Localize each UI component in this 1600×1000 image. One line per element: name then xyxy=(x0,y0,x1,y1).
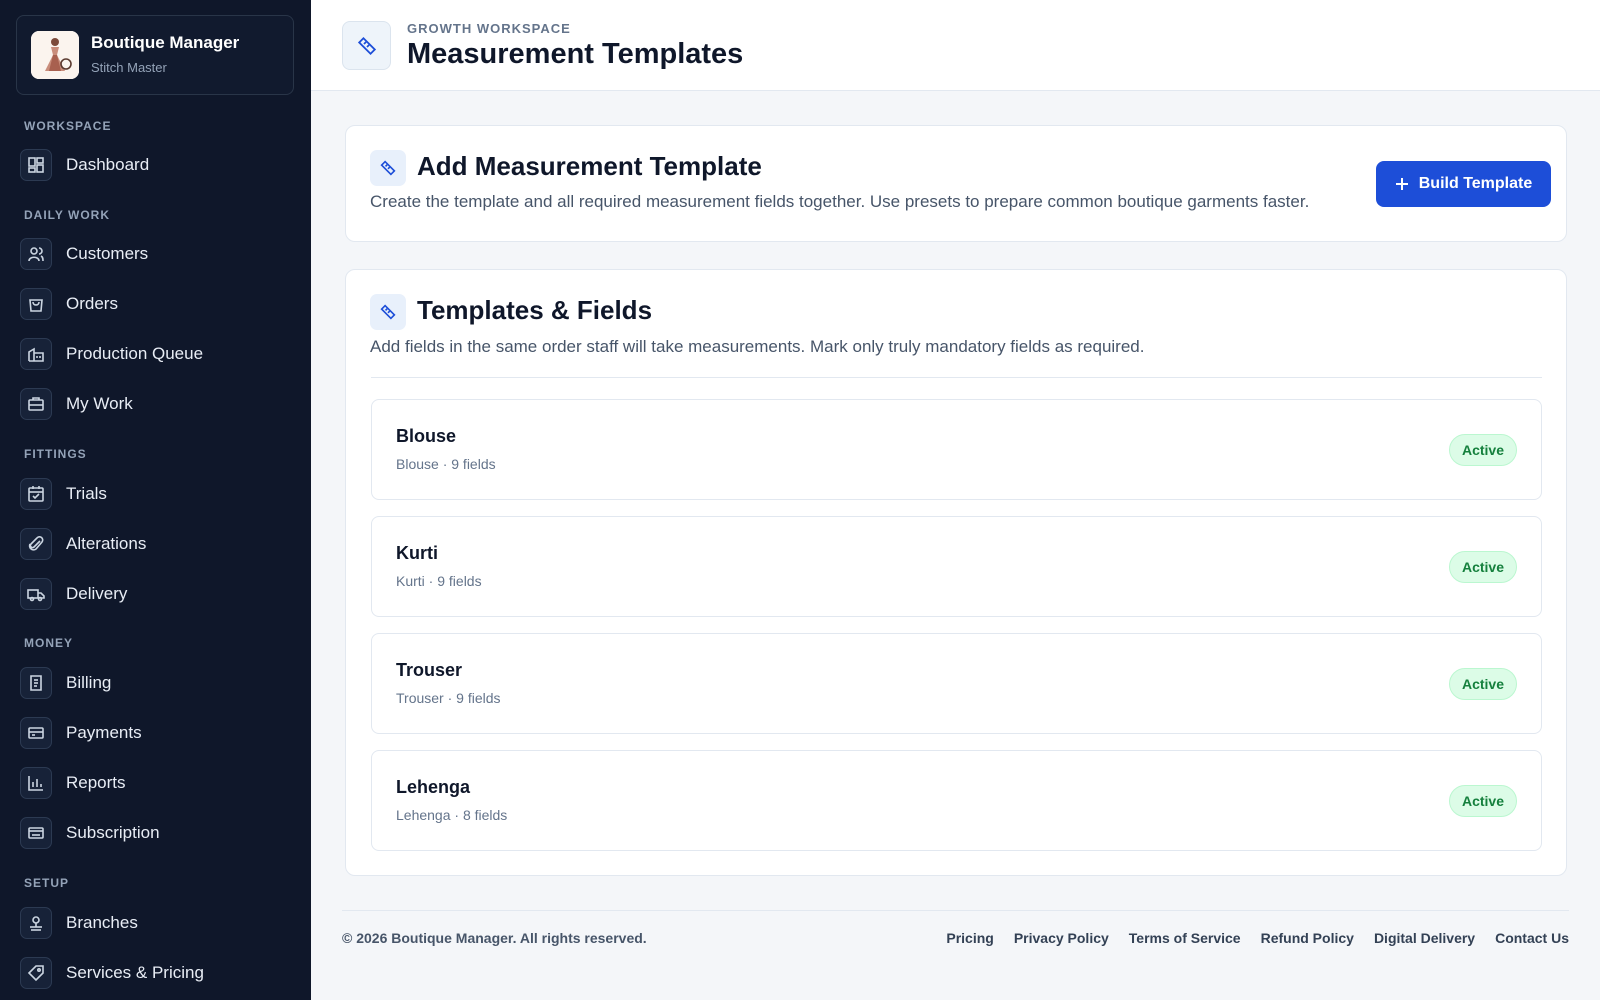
build-template-label: Build Template xyxy=(1418,175,1533,192)
ruler-icon xyxy=(342,21,391,70)
template-row[interactable]: Kurti Kurti · 9 fields Active xyxy=(371,516,1542,617)
template-row[interactable]: Blouse Blouse · 9 fields Active xyxy=(371,399,1542,500)
sidebar-item-label: Alterations xyxy=(66,534,147,553)
sidebar-item-label: Customers xyxy=(66,244,149,263)
sidebar-item-label: My Work xyxy=(66,394,133,413)
subscription-card-icon xyxy=(20,817,52,849)
ruler-icon xyxy=(370,150,406,186)
sidebar-item-label: Payments xyxy=(66,723,142,742)
divider xyxy=(371,377,1542,378)
sidebar-item-my-work[interactable]: My Work xyxy=(20,384,295,424)
footer-links: Pricing Privacy Policy Terms of Service … xyxy=(946,930,1569,946)
sidebar-item-production-queue[interactable]: Production Queue xyxy=(20,334,295,374)
tag-icon xyxy=(20,957,52,989)
add-template-description: Create the template and all required mea… xyxy=(370,192,1310,211)
footer-link-terms-of-service[interactable]: Terms of Service xyxy=(1129,930,1241,946)
sidebar-item-label: Reports xyxy=(66,773,126,792)
sidebar-item-services-pricing[interactable]: Services & Pricing xyxy=(20,953,295,993)
page-header: GROWTH WORKSPACE Measurement Templates xyxy=(311,0,1600,91)
template-meta: Trouser · 9 fields xyxy=(396,690,501,706)
templates-title: Templates & Fields xyxy=(417,295,653,325)
paperclip-icon xyxy=(20,528,52,560)
add-template-title: Add Measurement Template xyxy=(417,151,762,181)
template-name: Lehenga xyxy=(396,777,471,797)
status-badge: Active xyxy=(1448,551,1517,583)
footer-link-refund-policy[interactable]: Refund Policy xyxy=(1261,930,1354,946)
brand-title: Boutique Manager xyxy=(91,33,240,52)
footer-link-digital-delivery[interactable]: Digital Delivery xyxy=(1374,930,1475,946)
sidebar-item-payments[interactable]: Payments xyxy=(20,713,295,753)
sidebar-item-label: Delivery xyxy=(66,584,128,603)
nav-section-money: MONEY xyxy=(24,636,74,650)
bar-chart-icon xyxy=(20,767,52,799)
sidebar-item-subscription[interactable]: Subscription xyxy=(20,813,295,853)
sidebar-item-label: Billing xyxy=(66,673,112,692)
dashboard-icon xyxy=(20,149,52,181)
footer-divider xyxy=(342,910,1569,911)
template-name: Kurti xyxy=(396,543,438,563)
sidebar-item-label: Branches xyxy=(66,913,138,932)
factory-icon xyxy=(20,338,52,370)
sidebar-item-branches[interactable]: Branches xyxy=(20,903,295,943)
templates-card: Templates & Fields Add fields in the sam… xyxy=(345,269,1567,876)
status-badge: Active xyxy=(1448,785,1517,817)
add-template-card: Add Measurement Template Create the temp… xyxy=(345,125,1567,242)
credit-card-icon xyxy=(20,717,52,749)
brand-card[interactable]: Boutique Manager Stitch Master xyxy=(16,15,294,95)
calendar-check-icon xyxy=(20,478,52,510)
sidebar-item-label: Trials xyxy=(66,484,107,503)
sidebar-item-dashboard[interactable]: Dashboard xyxy=(20,145,295,185)
template-row[interactable]: Trouser Trouser · 9 fields Active xyxy=(371,633,1542,734)
sidebar: Boutique Manager Stitch Master WORKSPACE… xyxy=(0,0,311,1000)
sidebar-item-billing[interactable]: Billing xyxy=(20,663,295,703)
shopping-bag-icon xyxy=(20,288,52,320)
footer-copyright: © 2026 Boutique Manager. All rights rese… xyxy=(342,930,647,946)
templates-description: Add fields in the same order staff will … xyxy=(370,337,1145,356)
truck-icon xyxy=(20,578,52,610)
sidebar-item-trials[interactable]: Trials xyxy=(20,474,295,514)
sidebar-item-label: Production Queue xyxy=(66,344,204,363)
template-row[interactable]: Lehenga Lehenga · 8 fields Active xyxy=(371,750,1542,851)
sidebar-item-reports[interactable]: Reports xyxy=(20,763,295,803)
template-name: Trouser xyxy=(396,660,463,680)
receipt-icon xyxy=(20,667,52,699)
users-icon xyxy=(20,238,52,270)
template-meta: Lehenga · 8 fields xyxy=(396,807,508,823)
workspace-label: GROWTH WORKSPACE xyxy=(407,21,571,36)
nav-section-workspace: WORKSPACE xyxy=(24,119,112,133)
branch-icon xyxy=(20,907,52,939)
sidebar-item-delivery[interactable]: Delivery xyxy=(20,574,295,614)
nav-section-daily-work: DAILY WORK xyxy=(24,208,111,222)
template-meta: Blouse · 9 fields xyxy=(396,456,496,472)
sidebar-item-label: Orders xyxy=(66,294,118,313)
briefcase-icon xyxy=(20,388,52,420)
footer-link-privacy-policy[interactable]: Privacy Policy xyxy=(1014,930,1109,946)
sidebar-item-orders[interactable]: Orders xyxy=(20,284,295,324)
build-template-button[interactable]: Build Template xyxy=(1376,161,1551,207)
ruler-icon xyxy=(370,294,406,330)
brand-subtitle: Stitch Master xyxy=(91,60,167,75)
sidebar-item-alterations[interactable]: Alterations xyxy=(20,524,295,564)
dress-logo-icon xyxy=(31,31,79,79)
page-title: Measurement Templates xyxy=(407,38,744,70)
nav-section-setup: SETUP xyxy=(24,876,70,890)
sidebar-item-label: Services & Pricing xyxy=(66,963,204,982)
sidebar-item-label: Subscription xyxy=(66,823,160,842)
template-meta: Kurti · 9 fields xyxy=(396,573,482,589)
footer-link-pricing[interactable]: Pricing xyxy=(946,930,993,946)
nav-section-fittings: FITTINGS xyxy=(24,447,87,461)
plus-icon xyxy=(1395,178,1408,190)
sidebar-item-customers[interactable]: Customers xyxy=(20,234,295,274)
status-badge: Active xyxy=(1448,668,1517,700)
status-badge: Active xyxy=(1448,434,1517,466)
sidebar-item-label: Dashboard xyxy=(66,155,150,174)
template-name: Blouse xyxy=(396,426,457,446)
footer-link-contact-us[interactable]: Contact Us xyxy=(1495,930,1569,946)
